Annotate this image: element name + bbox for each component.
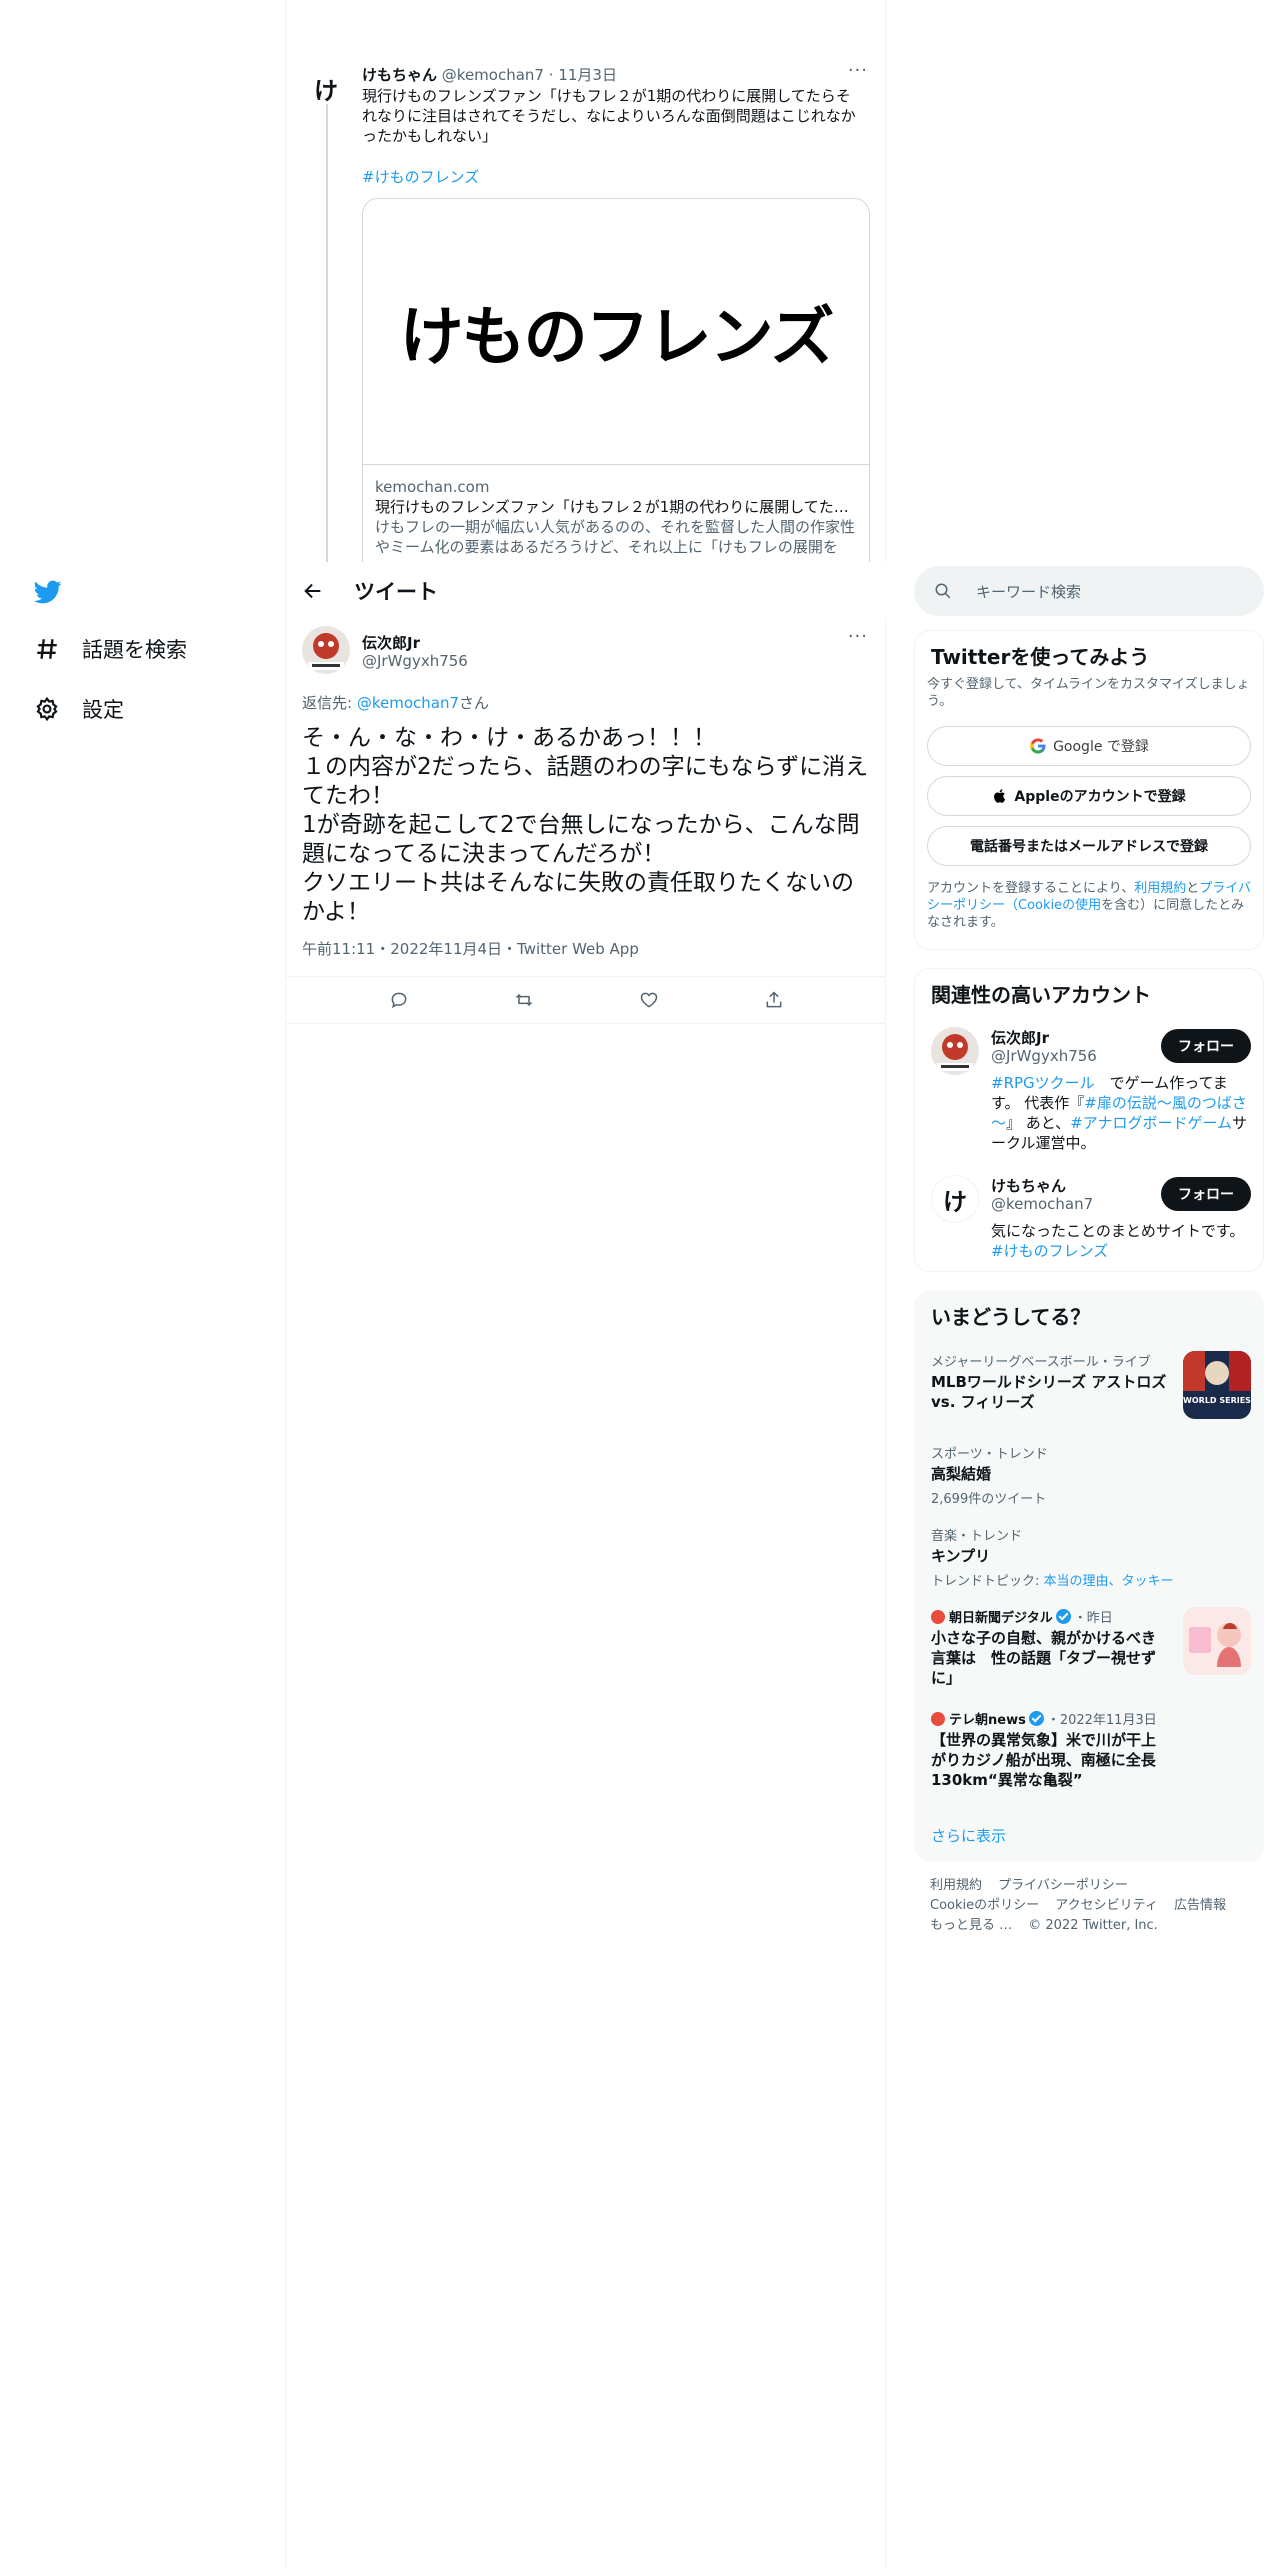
- signup-panel: Twitterを使ってみよう 今すぐ登録して、タイムラインをカスタマイズしましょ…: [914, 630, 1264, 950]
- show-more-link[interactable]: さらに表示: [931, 1825, 1006, 1846]
- account-handle: @JrWgyxh756: [991, 1047, 1097, 1065]
- footer-ads[interactable]: 広告情報: [1174, 1898, 1226, 1913]
- hashtag-icon: [37, 639, 57, 659]
- avatar[interactable]: [302, 626, 350, 674]
- author-handle[interactable]: @JrWgyxh756: [362, 652, 468, 670]
- trend-item[interactable]: 音楽・トレンド キンプリ トレンドトピック: 本当の理由、タッキー: [931, 1525, 1251, 1589]
- follow-button[interactable]: フォロー: [1161, 1029, 1251, 1063]
- hashtag-link[interactable]: #けものフレンズ: [362, 166, 479, 187]
- footer-links: 利用規約 プライバシーポリシー Cookieのポリシー アクセシビリティ 広告情…: [930, 1876, 1250, 1936]
- footer-more[interactable]: もっと見る …: [930, 1918, 1012, 1933]
- signup-title: Twitterを使ってみよう: [931, 645, 1150, 669]
- left-nav: 話題を検索 設定: [0, 0, 286, 2568]
- nav-settings-label: 設定: [82, 698, 124, 722]
- nav-explore[interactable]: 話題を検索: [34, 634, 187, 664]
- apple-signup-button[interactable]: Appleのアカウントで登録: [927, 776, 1251, 816]
- signup-legal: アカウントを登録することにより、利用規約とプライバシーポリシー（Cookieの使…: [927, 881, 1252, 930]
- footer-accessibility[interactable]: アクセシビリティ: [1055, 1898, 1158, 1913]
- share-icon[interactable]: [764, 990, 784, 1010]
- relevant-accounts-panel: 関連性の高いアカウント 伝次郎Jr @JrWgyxh756 フォロー #RPGツ…: [914, 968, 1264, 1272]
- more-options-icon[interactable]: ···: [848, 60, 868, 81]
- terms-link[interactable]: 利用規約: [1134, 881, 1186, 896]
- footer-privacy[interactable]: プライバシーポリシー: [998, 1878, 1128, 1893]
- search-icon: [935, 583, 951, 599]
- thread-line: [326, 104, 328, 562]
- nav-explore-label: 話題を検索: [82, 638, 187, 662]
- nav-settings[interactable]: 設定: [34, 694, 124, 724]
- reply-to-link[interactable]: @kemochan7: [357, 694, 459, 712]
- author-handle[interactable]: @kemochan7: [442, 66, 544, 84]
- google-icon: [1030, 738, 1046, 754]
- page-title: ツイート: [354, 580, 438, 604]
- source-avatar: [931, 1711, 945, 1726]
- link-card[interactable]: けものフレンズ kemochan.com 現行けものフレンズファン「けもフレ２が…: [362, 198, 870, 562]
- main-column: け けもちゃん @kemochan7 · 11月3日 ··· 現行けものフレンズ…: [286, 0, 886, 2568]
- trend-item[interactable]: メジャーリーグベースボール・ライブ MLBワールドシリーズ アストロズ vs. …: [931, 1351, 1251, 1423]
- trends-title: いまどうしてる？: [931, 1305, 1091, 1329]
- news-thumbnail: [1183, 1607, 1251, 1675]
- like-icon[interactable]: [639, 990, 659, 1010]
- tweet-text: そ・ん・な・わ・け・あるかあっ！！！ １の内容が2だったら、話題のわの字にもなら…: [302, 725, 869, 925]
- verified-icon: [1028, 1711, 1044, 1726]
- footer-terms[interactable]: 利用規約: [930, 1878, 982, 1893]
- card-domain: kemochan.com: [375, 478, 490, 496]
- gear-icon: [36, 696, 58, 722]
- follow-button[interactable]: フォロー: [1161, 1177, 1251, 1211]
- reply-icon[interactable]: [389, 990, 409, 1010]
- avatar[interactable]: け: [931, 1175, 979, 1223]
- verified-icon: [1055, 1609, 1071, 1624]
- search-placeholder: キーワード検索: [976, 582, 1082, 601]
- avatar[interactable]: [931, 1027, 979, 1075]
- tweet-date[interactable]: 11月3日: [558, 66, 617, 84]
- back-arrow-icon[interactable]: [302, 580, 324, 602]
- footer-cookie[interactable]: Cookieのポリシー: [930, 1898, 1039, 1913]
- more-options-icon[interactable]: ···: [848, 626, 868, 647]
- relevant-title: 関連性の高いアカウント: [931, 983, 1151, 1007]
- trend-thumbnail: WORLD SERIES: [1183, 1351, 1251, 1419]
- card-image: けものフレンズ: [363, 199, 869, 465]
- trends-panel: いまどうしてる？ メジャーリーグベースボール・ライブ MLBワールドシリーズ ア…: [914, 1290, 1264, 1862]
- svg-text:WORLD SERIES: WORLD SERIES: [1183, 1396, 1251, 1405]
- account-name: けもちゃん: [991, 1177, 1067, 1195]
- tweet-header: けもちゃん @kemochan7 · 11月3日: [362, 66, 617, 84]
- card-title: 現行けものフレンズファン「けもフレ２が1期の代わりに展開してたら…: [375, 498, 857, 516]
- phone-email-signup-button[interactable]: 電話番号またはメールアドレスで登録: [927, 826, 1251, 866]
- source-avatar: [931, 1609, 945, 1624]
- account-name: 伝次郎Jr: [991, 1029, 1049, 1047]
- avatar-image: [302, 626, 350, 674]
- google-signup-button[interactable]: Google で登録: [927, 726, 1251, 766]
- twitter-logo-icon[interactable]: [32, 578, 64, 606]
- card-description: けもフレの一期が幅広い人気があるのの、それを監督した人間の作家性やミーム化の要素…: [375, 518, 856, 556]
- footer-copyright: © 2022 Twitter, Inc.: [1028, 1918, 1158, 1933]
- account-item[interactable]: け けもちゃん @kemochan7 フォロー 気になったことのまとめサイトです…: [931, 1175, 1251, 1265]
- tweet-timestamp[interactable]: 午前11:11・2022年11月4日・Twitter Web App: [302, 938, 639, 959]
- trend-item[interactable]: スポーツ・トレンド 高梨結婚 2,699件のツイート: [931, 1443, 1251, 1507]
- reply-to-line: 返信先: @kemochan7さん: [302, 694, 490, 712]
- account-item[interactable]: 伝次郎Jr @JrWgyxh756 フォロー #RPGツクール でゲーム作ってま…: [931, 1027, 1251, 1157]
- search-input[interactable]: キーワード検索: [914, 566, 1264, 616]
- tweet-header-bar: ツイート: [286, 562, 886, 620]
- account-bio: 気になったことのまとめサイトです。 #けものフレンズ: [991, 1222, 1245, 1260]
- signup-description: 今すぐ登録して、タイムラインをカスタマイズしましょう。: [927, 677, 1250, 709]
- account-handle: @kemochan7: [991, 1195, 1094, 1213]
- tweet-text: 現行けものフレンズファン「けもフレ２が1期の代わりに展開してたらそれなりに注目は…: [362, 87, 856, 145]
- account-bio: #RPGツクール でゲーム作ってます。 代表作『#扉の伝説～風のつばさ～』 あと…: [991, 1074, 1248, 1152]
- news-item[interactable]: テレ朝news ・2022年11月3日 【世界の異常気象】米で川が干上がりカジノ船…: [931, 1709, 1251, 1790]
- tweet-actions: [286, 976, 886, 1024]
- news-item[interactable]: 朝日新聞デジタル ・昨日 小さな子の自慰、親がかけるべき言葉は 性の話題「タブー視…: [931, 1607, 1251, 1687]
- retweet-icon[interactable]: [514, 990, 534, 1010]
- apple-icon: [994, 789, 1006, 803]
- parent-tweet[interactable]: け けもちゃん @kemochan7 · 11月3日 ··· 現行けものフレンズ…: [286, 0, 886, 562]
- author-name[interactable]: けもちゃん: [362, 66, 437, 84]
- author-name[interactable]: 伝次郎Jr: [362, 632, 420, 653]
